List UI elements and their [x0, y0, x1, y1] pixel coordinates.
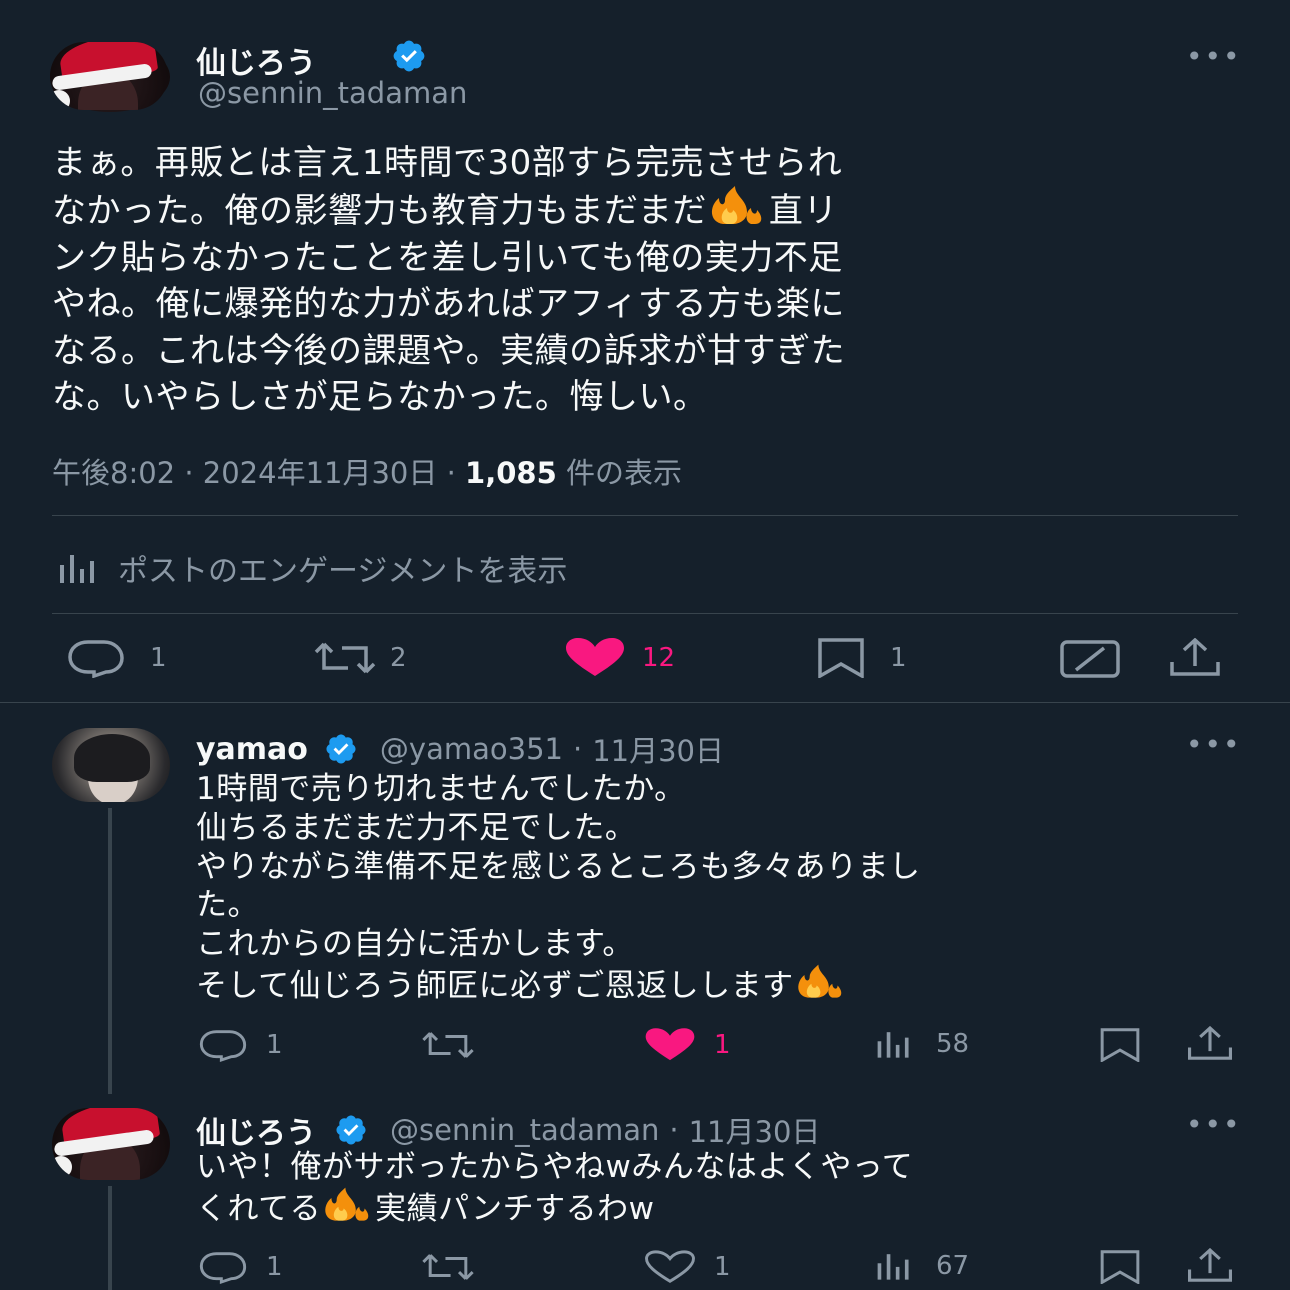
post-text-line: なる。これは今後の課題や。実績の訴求が甘すぎた	[52, 330, 846, 371]
reply-button[interactable]: 1	[198, 1250, 283, 1284]
avatar-yamao[interactable]	[52, 728, 170, 802]
fire-emoji-icon	[711, 186, 762, 225]
divider	[52, 515, 1238, 516]
share-icon[interactable]	[1168, 638, 1222, 678]
verified-badge-icon	[326, 734, 356, 764]
handle[interactable]: @sennin_tadaman	[198, 76, 467, 110]
heart-filled-icon	[566, 638, 624, 676]
heart-filled-icon	[645, 1028, 695, 1061]
reply-header: yamao @yamao351 · 11月30日	[196, 728, 724, 770]
heart-outline-icon	[645, 1250, 695, 1283]
views-button[interactable]: 58	[874, 1028, 969, 1060]
post-text-line: なかった。俺の影響力も教育力もまだまだ 直リ	[52, 186, 1252, 234]
analytics-icon	[877, 1254, 909, 1280]
more-options-icon[interactable]: •••	[1186, 728, 1242, 761]
verified-badge-icon	[336, 1115, 366, 1145]
reply-button[interactable]: 1	[198, 1028, 283, 1062]
grok-icon[interactable]	[1060, 640, 1120, 678]
post-text-line: な。いやらしさが足らなかった。悔しい。	[52, 377, 708, 418]
reply-text-line: た。	[196, 887, 259, 924]
handle[interactable]: @yamao351	[380, 732, 563, 766]
engagement-label: ポストのエンゲージメントを表示	[118, 554, 568, 589]
analytics-icon	[877, 1032, 909, 1058]
divider	[52, 613, 1238, 614]
reply-text-line: くれてる 実績パンチするわw	[196, 1187, 1256, 1229]
engagement-link[interactable]: ポストのエンゲージメントを表示	[56, 546, 567, 590]
views-label: 件の表示	[566, 456, 683, 490]
reply-text-line: 仙ちるまだまだ力不足でした。	[196, 809, 637, 846]
repost-button[interactable]: 2	[312, 638, 407, 678]
repost-icon	[314, 642, 376, 674]
reply-text-line: そして仙じろう師匠に必ずご恩返しします	[196, 964, 1256, 1006]
reply-icon	[199, 1030, 247, 1062]
post-time[interactable]: 午後8:02	[52, 456, 175, 490]
fire-emoji-icon	[797, 964, 841, 998]
post-date[interactable]: 2024年11月30日	[203, 456, 438, 490]
share-icon[interactable]	[1186, 1026, 1234, 1062]
bookmark-button[interactable]: 1	[818, 638, 907, 678]
post-metadata: 午後8:02 · 2024年11月30日 · 1,085 件の表示	[52, 456, 683, 490]
like-button[interactable]: 12	[564, 638, 675, 678]
reply-text-line: いや！俺がサボったからやねwみんなはよくやって	[196, 1149, 914, 1185]
repost-icon[interactable]	[420, 1028, 476, 1062]
reply-header: 仙じろう @sennin_tadaman · 11月30日	[196, 1108, 820, 1152]
verified-badge-icon	[393, 40, 425, 72]
views-count: 1,085	[465, 456, 557, 490]
avatar-sennin[interactable]	[50, 42, 168, 110]
divider	[0, 702, 1290, 703]
thread-line	[108, 808, 112, 1094]
reply-date[interactable]: 11月30日	[689, 1109, 821, 1151]
display-name[interactable]: yamao	[196, 732, 308, 767]
analytics-icon	[60, 555, 94, 583]
like-button[interactable]: 1	[644, 1250, 731, 1284]
post-text-line: やね。俺に爆発的な力があればアフィする方も楽に	[52, 284, 845, 325]
reply-text-line: これからの自分に活かします。	[196, 926, 634, 963]
avatar-sennin[interactable]	[52, 1108, 170, 1180]
display-name[interactable]: 仙じろう	[196, 1108, 316, 1152]
reply-icon	[68, 640, 124, 678]
reply-button[interactable]: 1	[66, 638, 167, 678]
fire-emoji-icon	[325, 1187, 369, 1221]
reply-text: 1時間で売り切れませんでしたか。 仙ちるまだまだ力不足でした。 やりながら準備不…	[196, 770, 1256, 1006]
post-text: まぁ。再販とは言え1時間で30部すら完売させられ なかった。俺の影響力も教育力も…	[52, 140, 1252, 420]
reply-icon	[199, 1252, 247, 1284]
post-text-line: まぁ。再販とは言え1時間で30部すら完売させられ	[52, 143, 843, 183]
reply-text-line: 1時間で売り切れませんでしたか。	[196, 771, 686, 807]
bookmark-icon	[818, 638, 864, 678]
reply-date[interactable]: 11月30日	[592, 728, 724, 770]
views-button[interactable]: 67	[874, 1250, 969, 1282]
post-text-line: ンク貼らなかったことを差し引いても俺の実力不足	[52, 237, 843, 278]
bookmark-icon[interactable]	[1100, 1028, 1140, 1062]
more-options-icon[interactable]: •••	[1186, 1108, 1242, 1141]
bookmark-icon[interactable]	[1100, 1250, 1140, 1284]
like-button[interactable]: 1	[644, 1028, 731, 1062]
reply-text-line: やりながら準備不足を感じるところも多々ありまし	[196, 848, 921, 885]
handle[interactable]: @sennin_tadaman	[390, 1113, 659, 1147]
thread-line	[108, 1186, 112, 1290]
repost-icon[interactable]	[420, 1250, 476, 1284]
more-options-icon[interactable]: •••	[1186, 40, 1242, 73]
reply-text: いや！俺がサボったからやねwみんなはよくやって くれてる 実績パンチするわw	[196, 1148, 1256, 1229]
share-icon[interactable]	[1186, 1248, 1234, 1284]
